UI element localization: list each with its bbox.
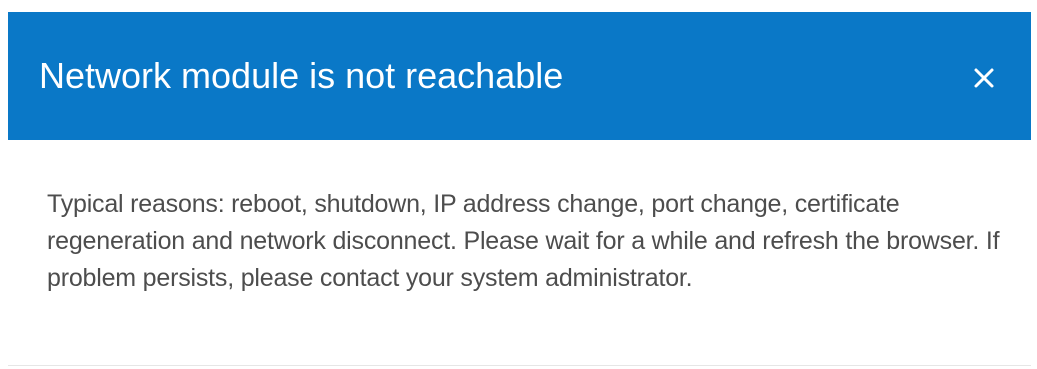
dialog-title: Network module is not reachable — [39, 55, 564, 96]
network-error-dialog: Network module is not reachable Typical … — [8, 12, 1031, 366]
dialog-header: Network module is not reachable — [8, 12, 1031, 140]
close-button[interactable] — [964, 58, 1004, 98]
dialog-message: Typical reasons: reboot, shutdown, IP ad… — [47, 190, 1000, 292]
dialog-body: Typical reasons: reboot, shutdown, IP ad… — [8, 140, 1031, 366]
close-icon — [974, 68, 994, 88]
